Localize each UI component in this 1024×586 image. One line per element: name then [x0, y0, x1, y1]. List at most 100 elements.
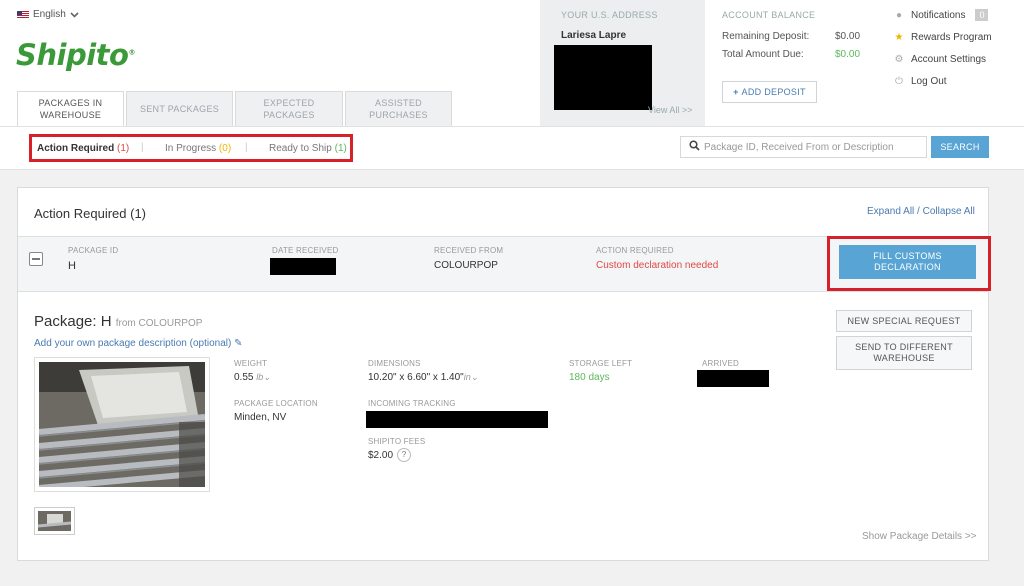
pencil-icon: ✎ — [234, 338, 243, 349]
filter-count: (1) — [117, 143, 130, 154]
package-title-id: H — [100, 313, 112, 330]
account-settings-link[interactable]: ⚙ Account Settings — [894, 54, 987, 65]
remaining-deposit-value: $0.00 — [835, 31, 861, 42]
search-button[interactable]: SEARCH — [931, 136, 989, 158]
help-icon[interactable]: ? — [397, 448, 412, 462]
address-label: YOUR U.S. ADDRESS — [561, 10, 658, 20]
tab-label-line2: PACKAGES — [263, 110, 315, 120]
language-label: English — [33, 9, 66, 20]
logout-link[interactable]: ⏻ Log Out — [894, 76, 947, 87]
package-thumbnail[interactable] — [34, 507, 75, 535]
weight-number: 0.55 — [234, 372, 254, 383]
button-label-line2: WAREHOUSE — [873, 353, 935, 363]
dimensions-value: 10.20" x 6.60" x 1.40"in⌄ — [368, 372, 478, 383]
tab-label-line1: EXPECTED — [263, 98, 315, 108]
plus-icon: + — [733, 87, 742, 97]
description-link-label: Add your own package description (option… — [34, 338, 232, 349]
filter-action-required[interactable]: Action Required (1) — [37, 143, 129, 154]
globe-icon: ● — [895, 9, 903, 21]
notifications-label: Notifications — [911, 9, 966, 21]
total-due-label: Total Amount Due: — [722, 49, 804, 60]
tab-packages-in-warehouse[interactable]: PACKAGES IN WAREHOUSE — [17, 91, 124, 127]
us-flag-icon — [17, 10, 29, 19]
redacted-address — [554, 45, 652, 110]
dimensions-number: 10.20" x 6.60" x 1.40" — [368, 372, 464, 383]
view-all-link[interactable]: View All >> — [648, 105, 692, 115]
date-received-header: DATE RECEIVED — [272, 246, 339, 255]
package-title-prefix: Package: — [34, 313, 97, 330]
tab-label-line2: PURCHASES — [369, 110, 428, 120]
star-icon: ★ — [894, 32, 904, 43]
balance-label: ACCOUNT BALANCE — [722, 10, 816, 20]
location-value: Minden, NV — [234, 412, 287, 423]
total-due-value: $0.00 — [835, 49, 861, 60]
search-icon — [689, 140, 700, 154]
location-label: PACKAGE LOCATION — [234, 399, 318, 408]
tab-label-line1: PACKAGES IN — [38, 98, 103, 108]
package-id-header: PACKAGE ID — [68, 246, 119, 255]
shipito-logo[interactable]: Shipito® — [16, 38, 135, 72]
package-id-value: H — [68, 260, 76, 272]
gear-icon: ⚙ — [894, 54, 904, 65]
tab-label-line2: WAREHOUSE — [39, 110, 102, 120]
received-from-header: RECEIVED FROM — [434, 246, 504, 255]
redacted-arrived-date — [697, 370, 769, 387]
action-required-header: ACTION REQUIRED — [596, 246, 674, 255]
filter-label: Action Required — [37, 143, 115, 154]
package-title: Package: H from COLOURPOP — [34, 313, 202, 330]
show-package-details-link[interactable]: Show Package Details >> — [862, 531, 977, 542]
button-label-line2: DECLARATION — [874, 262, 941, 272]
dimensions-unit[interactable]: in — [464, 372, 471, 382]
tab-sent-packages[interactable]: SENT PACKAGES — [126, 91, 233, 126]
notifications-link[interactable]: ● Notifications 0 — [894, 9, 989, 21]
expand-collapse-link[interactable]: Expand All / Collapse All — [867, 206, 975, 217]
add-deposit-label: ADD DEPOSIT — [741, 87, 806, 97]
add-description-link[interactable]: Add your own package description (option… — [34, 338, 243, 349]
panel-title: Action Required (1) — [34, 206, 146, 221]
thumbnail-image — [37, 511, 72, 531]
filter-in-progress[interactable]: In Progress (0) — [165, 143, 231, 154]
filter-ready-to-ship[interactable]: Ready to Ship (1) — [269, 143, 347, 154]
fill-customs-declaration-button[interactable]: FILL CUSTOMS DECLARATION — [839, 245, 976, 279]
unit-chevron-icon: ⌄ — [263, 372, 271, 382]
filter-separator: | — [245, 142, 248, 153]
rewards-label: Rewards Program — [911, 32, 992, 43]
logout-label: Log Out — [911, 76, 947, 87]
weight-label: WEIGHT — [234, 359, 268, 368]
logo-registered-mark: ® — [128, 48, 135, 57]
account-settings-label: Account Settings — [911, 54, 987, 65]
unit-chevron-icon: ⌄ — [470, 372, 479, 382]
power-icon: ⏻ — [895, 76, 903, 87]
fees-label: SHIPITO FEES — [368, 437, 426, 446]
logo-text: Shipito — [16, 38, 129, 72]
add-deposit-button[interactable]: + ADD DEPOSIT — [722, 81, 817, 103]
filter-separator: | — [141, 142, 144, 153]
fees-value: $2.00? — [368, 448, 412, 462]
notifications-count-badge: 0 — [975, 9, 989, 21]
arrived-label: ARRIVED — [702, 359, 739, 368]
filter-label: Ready to Ship — [269, 143, 332, 154]
filter-count: (1) — [334, 143, 347, 154]
weight-value: 0.55 lb⌄ — [234, 372, 271, 383]
collapse-icon[interactable] — [29, 252, 43, 266]
new-special-request-button[interactable]: NEW SPECIAL REQUEST — [836, 310, 972, 332]
filter-label: In Progress — [165, 143, 217, 154]
storage-value: 180 days — [569, 372, 610, 383]
package-title-from: from COLOURPOP — [115, 318, 203, 329]
address-name: Lariesa Lapre — [561, 30, 627, 41]
dimensions-label: DIMENSIONS — [368, 359, 421, 368]
received-from-value: COLOURPOP — [434, 260, 498, 271]
tab-expected-packages[interactable]: EXPECTED PACKAGES — [235, 91, 343, 126]
search-input[interactable] — [704, 137, 922, 157]
package-photo[interactable] — [34, 357, 210, 492]
package-photo-image — [38, 362, 206, 491]
button-label-line1: SEND TO DIFFERENT — [855, 342, 953, 352]
send-to-different-warehouse-button[interactable]: SEND TO DIFFERENT WAREHOUSE — [836, 336, 972, 370]
tab-assisted-purchases[interactable]: ASSISTED PURCHASES — [345, 91, 452, 126]
language-selector[interactable]: English — [17, 9, 79, 20]
rewards-program-link[interactable]: ★ Rewards Program — [894, 32, 992, 43]
button-label-line1: FILL CUSTOMS — [873, 251, 942, 261]
remaining-deposit-label: Remaining Deposit: — [722, 31, 810, 42]
redacted-tracking — [366, 411, 548, 428]
filter-count: (0) — [218, 143, 232, 154]
